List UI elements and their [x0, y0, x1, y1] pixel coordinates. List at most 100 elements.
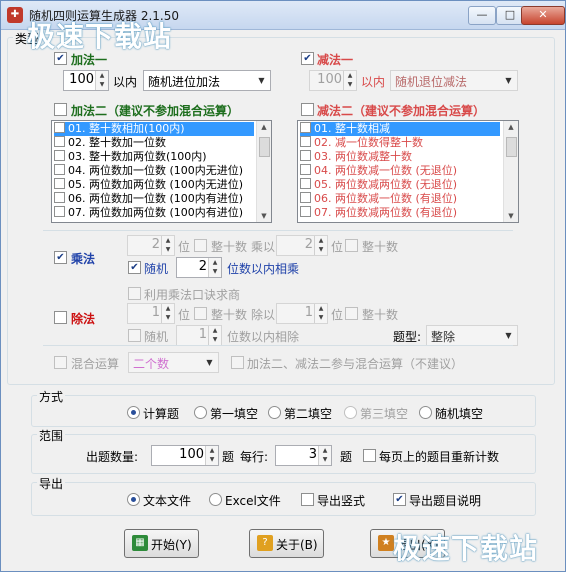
mul-random-suffix: 位数以内相乘: [227, 262, 300, 276]
mul-digit-word-1: 位: [178, 240, 191, 254]
scroll-thumb[interactable]: [506, 137, 517, 157]
export-excel-label: Excel文件: [225, 494, 281, 508]
per-line-spinner[interactable]: 3 ▲ ▼: [275, 445, 332, 466]
divider: [43, 230, 513, 231]
close-button[interactable]: ✕: [521, 6, 565, 25]
mixed-add2-sub2-checkbox[interactable]: [231, 356, 244, 369]
chevron-down-icon: ▼: [505, 76, 512, 85]
mul-times-word: 乘以: [251, 240, 276, 254]
mixed-count-select[interactable]: 二个数 ▼: [128, 352, 219, 373]
recount-checkbox[interactable]: [363, 449, 376, 462]
div-digits2-spinner[interactable]: 1 ▲ ▼: [276, 303, 328, 324]
spinner-arrows-icon[interactable]: ▲ ▼: [161, 236, 174, 255]
scroll-thumb[interactable]: [259, 137, 270, 157]
sub2-listbox[interactable]: 01. 整十数相减 02. 减一位数得整十数 03. 两位数减整十数 04. 两…: [297, 120, 519, 223]
scrollbar[interactable]: ▲ ▼: [256, 121, 271, 222]
div-random-digits-spinner[interactable]: 1 ▲ ▼: [176, 325, 222, 346]
mul-random-digits-spinner[interactable]: 2 ▲ ▼: [176, 257, 222, 278]
sub2-checkbox[interactable]: [301, 103, 314, 116]
list-item[interactable]: 07. 两位数减两位数 (有退位): [300, 206, 457, 220]
method-radio-0[interactable]: [127, 406, 140, 419]
div-whole-ten-2-checkbox[interactable]: [345, 307, 358, 320]
mul-digit-word-2: 位: [331, 240, 344, 254]
export-text-radio[interactable]: [127, 493, 140, 506]
sub1-label: 减法一: [317, 53, 354, 67]
sub1-checkbox[interactable]: ✔: [301, 52, 314, 65]
mul-whole-ten-1-checkbox[interactable]: [194, 239, 207, 252]
add2-checkbox[interactable]: [54, 103, 67, 116]
sub1-limit-spinner[interactable]: 100 ▲ ▼: [309, 70, 357, 91]
mul-random-label: 随机: [144, 262, 169, 276]
div-label: 除法: [71, 312, 96, 326]
method-option-label: 第一填空: [210, 407, 259, 421]
div-type-select[interactable]: 整除 ▼: [426, 325, 518, 346]
list-item[interactable]: 03. 整十数加两位数(100内): [54, 150, 207, 164]
add1-mode-select[interactable]: 随机进位加法 ▼: [143, 70, 271, 91]
list-item[interactable]: 05. 两位数减两位数 (无退位): [300, 178, 457, 192]
list-item[interactable]: 05. 两位数加两位数 (100内无进位): [54, 178, 243, 192]
export-description-checkbox[interactable]: ✔: [393, 493, 406, 506]
mul-digits2-spinner[interactable]: 2 ▲ ▼: [276, 235, 328, 256]
div-checkbox[interactable]: [54, 311, 67, 324]
list-item[interactable]: 04. 两位数加一位数 (100内无进位): [54, 164, 243, 178]
mul-random-checkbox[interactable]: ✔: [128, 261, 141, 274]
spinner-arrows-icon[interactable]: ▲ ▼: [205, 446, 218, 465]
method-radio-4[interactable]: [419, 406, 432, 419]
add1-limit-spinner[interactable]: 100 ▲ ▼: [63, 70, 109, 91]
div-digits1-spinner[interactable]: 1 ▲ ▼: [127, 303, 175, 324]
export-excel-radio[interactable]: [209, 493, 222, 506]
mul-whole-ten-2-checkbox[interactable]: [345, 239, 358, 252]
div-digit-word-1: 位: [178, 308, 191, 322]
spinner-arrows-icon[interactable]: ▲ ▼: [314, 236, 327, 255]
scroll-down-icon[interactable]: ▼: [504, 210, 518, 222]
list-item[interactable]: 01. 整十数相加(100内): [54, 122, 254, 136]
list-item[interactable]: 04. 两位数减一位数 (无退位): [300, 164, 457, 178]
watermark-logo: 极速下载站: [27, 20, 173, 53]
method-option-label: 计算题: [143, 407, 180, 421]
spinner-arrows-icon[interactable]: ▲ ▼: [314, 304, 327, 323]
scrollbar[interactable]: ▲ ▼: [503, 121, 518, 222]
start-button[interactable]: ▦ 开始(Y): [124, 529, 199, 558]
list-item[interactable]: 07. 两位数加两位数 (100内有进位): [54, 206, 243, 220]
mixed-checkbox[interactable]: [54, 356, 67, 369]
mul-label: 乘法: [71, 252, 96, 266]
maximize-button[interactable]: □: [496, 6, 524, 25]
list-item[interactable]: 06. 两位数加一位数 (100内有进位): [54, 192, 243, 206]
list-item[interactable]: 03. 两位数减整十数: [300, 150, 412, 164]
about-button[interactable]: ? 关于(B): [249, 529, 324, 558]
app-window: ✚ 随机四则运算生成器 2.1.50 — □ ✕ 类型 ✔ 加法一 100 ▲ ▼…: [0, 0, 566, 572]
scroll-up-icon[interactable]: ▲: [257, 121, 271, 133]
spinner-arrows-icon[interactable]: ▲ ▼: [208, 258, 221, 277]
list-item[interactable]: 01. 整十数相减: [300, 122, 500, 136]
div-whole-ten-1-checkbox[interactable]: [194, 307, 207, 320]
divider: [43, 345, 513, 346]
spinner-arrows-icon[interactable]: ▲ ▼: [343, 71, 356, 90]
list-item[interactable]: 02. 整十数加一位数: [54, 136, 166, 150]
count-spinner[interactable]: 100 ▲ ▼: [151, 445, 219, 466]
add2-listbox[interactable]: 01. 整十数相加(100内) 02. 整十数加一位数 03. 整十数加两位数(…: [51, 120, 272, 223]
spinner-arrows-icon[interactable]: ▲ ▼: [95, 71, 108, 90]
list-item[interactable]: 02. 减一位数得整十数: [300, 136, 423, 150]
minimize-button[interactable]: —: [468, 6, 496, 25]
export-description-label: 导出题目说明: [409, 494, 482, 508]
mul-checkbox[interactable]: ✔: [54, 251, 67, 264]
div-mul-table-checkbox[interactable]: [128, 287, 141, 300]
exit-icon: ★: [378, 535, 394, 551]
export-vertical-checkbox[interactable]: [301, 493, 314, 506]
list-item[interactable]: 06. 两位数减一位数 (有退位): [300, 192, 457, 206]
scroll-up-icon[interactable]: ▲: [504, 121, 518, 133]
div-whole-ten-1-label: 整十数: [211, 308, 248, 322]
scroll-down-icon[interactable]: ▼: [257, 210, 271, 222]
help-icon: ?: [257, 535, 273, 551]
spinner-arrows-icon[interactable]: ▲ ▼: [161, 304, 174, 323]
method-radio-1[interactable]: [194, 406, 207, 419]
method-radio-2[interactable]: [268, 406, 281, 419]
div-whole-ten-2-label: 整十数: [362, 308, 399, 322]
method-option-label: 随机填空: [435, 407, 484, 421]
sub1-mode-select[interactable]: 随机退位减法 ▼: [390, 70, 518, 91]
method-radio-3[interactable]: [344, 406, 357, 419]
spinner-arrows-icon[interactable]: ▲ ▼: [208, 326, 221, 345]
div-random-checkbox[interactable]: [128, 329, 141, 342]
mul-digits1-spinner[interactable]: 2 ▲ ▼: [127, 235, 175, 256]
spinner-arrows-icon[interactable]: ▲ ▼: [318, 446, 331, 465]
